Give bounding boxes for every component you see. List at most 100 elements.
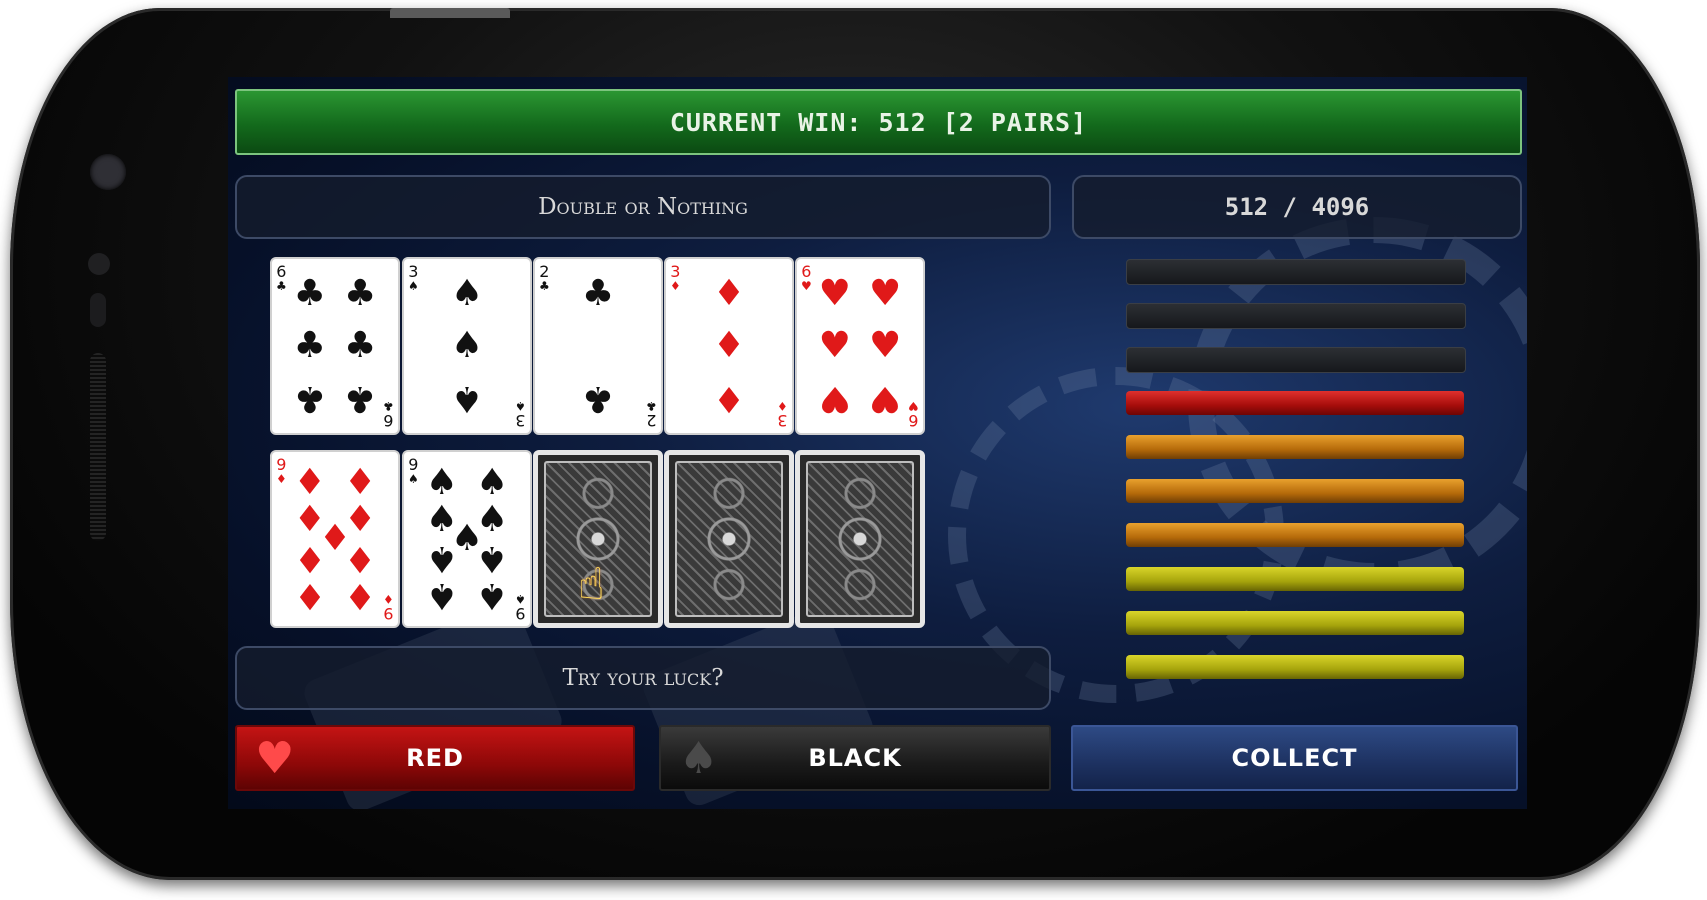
card-pip: ♠ — [425, 538, 458, 580]
card-pip: ♦ — [344, 538, 377, 580]
card-rank: 9 — [408, 455, 419, 474]
card-pip: ♥ — [869, 325, 902, 366]
ladder-step — [1126, 479, 1464, 503]
hand-card: 3 ♠ 3 ♠ ♠ ♠ ♠ — [402, 257, 532, 435]
ladder-step — [1126, 303, 1466, 329]
ladder-step — [1126, 259, 1466, 285]
camera-icon — [90, 154, 126, 190]
card-rank: 9 — [383, 604, 394, 623]
card-suit: ♠ — [515, 592, 526, 606]
card-back-pattern — [806, 461, 914, 617]
hand-card: 2 ♣ 2 ♣ ♣ ♣ — [533, 257, 663, 435]
card-index: 6 ♥ — [801, 262, 812, 294]
hand-card: 3 ♦ 3 ♦ ♦ ♦ ♦ — [664, 257, 794, 435]
card-suit: ♣ — [276, 279, 287, 293]
card-pip: ♣ — [344, 378, 377, 420]
score-text: 512 / 4096 — [1224, 193, 1370, 221]
ladder-step — [1126, 391, 1464, 415]
card-pip: ♣ — [344, 272, 377, 314]
card-suit: ♥ — [908, 399, 919, 413]
card-pip: ♣ — [293, 378, 326, 420]
card-pip: ♦ — [344, 574, 377, 616]
card-index: 6 ♣ — [383, 399, 394, 430]
card-back[interactable]: ☝ — [533, 450, 663, 628]
ladder-step — [1126, 611, 1464, 635]
card-back[interactable] — [795, 450, 925, 628]
card-rank: 6 — [383, 411, 394, 430]
score-panel: 512 / 4096 — [1072, 175, 1522, 239]
card-suit: ♦ — [276, 472, 287, 486]
card-index: 2 ♣ — [539, 262, 550, 294]
collect-button-label: COLLECT — [1231, 744, 1358, 772]
card-rank: 6 — [908, 411, 919, 430]
card-rank: 9 — [515, 604, 526, 623]
red-button[interactable]: ♥ RED — [235, 725, 635, 791]
card-index: 9 ♦ — [276, 455, 287, 487]
card-pip: ♣ — [293, 325, 326, 366]
card-pip: ♠ — [425, 462, 458, 504]
hand-card: 6 ♥ 6 ♥ ♥ ♥ ♥ ♥ ♥ ♥ — [795, 257, 925, 435]
sensor-slot — [90, 293, 106, 327]
card-index: 6 ♥ — [908, 399, 919, 430]
ladder-step — [1126, 347, 1466, 373]
ladder-step — [1126, 567, 1464, 591]
game-title-panel: Double or Nothing — [235, 175, 1051, 239]
black-button[interactable]: ♠ BLACK — [659, 725, 1051, 791]
hand-pointer-icon: ☝ — [578, 559, 605, 610]
card-index: 3 ♦ — [670, 262, 681, 294]
phone-frame: CURRENT WIN: 512 [2 PAIRS] Double or Not… — [10, 8, 1700, 880]
card-back[interactable] — [664, 450, 794, 628]
card-rank: 3 — [515, 411, 526, 430]
card-pip: ♠ — [425, 574, 458, 616]
red-button-label: RED — [406, 744, 464, 772]
spade-icon: ♠ — [679, 733, 720, 784]
card-index: 2 ♣ — [646, 399, 657, 430]
card-suit: ♦ — [670, 279, 681, 293]
gamble-card: 9 ♦ 9 ♦ ♦ ♦ ♦ ♦ ♦ ♦ ♦ ♦ ♦ — [270, 450, 400, 628]
collect-button[interactable]: COLLECT — [1071, 725, 1518, 791]
card-pip: ♣ — [581, 378, 615, 420]
card-pip: ♠ — [476, 462, 509, 504]
card-index: 9 ♠ — [515, 592, 526, 623]
card-pip: ♦ — [712, 325, 746, 366]
card-pip: ♥ — [818, 325, 851, 366]
card-suit: ♦ — [777, 399, 788, 413]
ladder-step — [1126, 435, 1464, 459]
prompt-text: Try your luck? — [562, 665, 724, 691]
black-button-label: BLACK — [808, 744, 902, 772]
sensor-icon — [88, 253, 110, 275]
card-suit: ♥ — [801, 279, 812, 293]
ladder-step — [1126, 523, 1464, 547]
card-back-pattern — [675, 461, 783, 617]
card-suit: ♠ — [408, 472, 419, 486]
card-suit: ♠ — [515, 399, 526, 413]
ladder-step — [1126, 655, 1464, 679]
card-rank: 2 — [539, 262, 550, 281]
card-index: 9 ♠ — [408, 455, 419, 487]
card-pip: ♥ — [818, 378, 851, 420]
card-suit: ♠ — [408, 279, 419, 293]
card-pip: ♠ — [450, 325, 484, 366]
card-pip: ♠ — [450, 272, 484, 314]
card-pip: ♦ — [712, 378, 746, 420]
card-suit: ♣ — [539, 279, 550, 293]
card-suit: ♣ — [383, 399, 394, 413]
card-pip: ♠ — [476, 538, 509, 580]
game-title: Double or Nothing — [538, 194, 748, 220]
card-rank: 3 — [408, 262, 419, 281]
current-win-banner: CURRENT WIN: 512 [2 PAIRS] — [235, 89, 1522, 155]
card-pip: ♦ — [293, 538, 326, 580]
card-pip: ♦ — [293, 462, 326, 504]
card-rank: 3 — [670, 262, 681, 281]
card-rank: 6 — [276, 262, 287, 281]
card-index: 6 ♣ — [276, 262, 287, 294]
card-pip: ♠ — [450, 378, 484, 420]
card-index: 3 ♠ — [408, 262, 419, 294]
card-index: 3 ♠ — [515, 399, 526, 430]
card-rank: 6 — [801, 262, 812, 281]
speaker-grille — [90, 353, 106, 541]
card-pip: ♥ — [869, 378, 902, 420]
card-suit: ♦ — [383, 592, 394, 606]
card-rank: 9 — [276, 455, 287, 474]
card-rank: 2 — [646, 411, 657, 430]
